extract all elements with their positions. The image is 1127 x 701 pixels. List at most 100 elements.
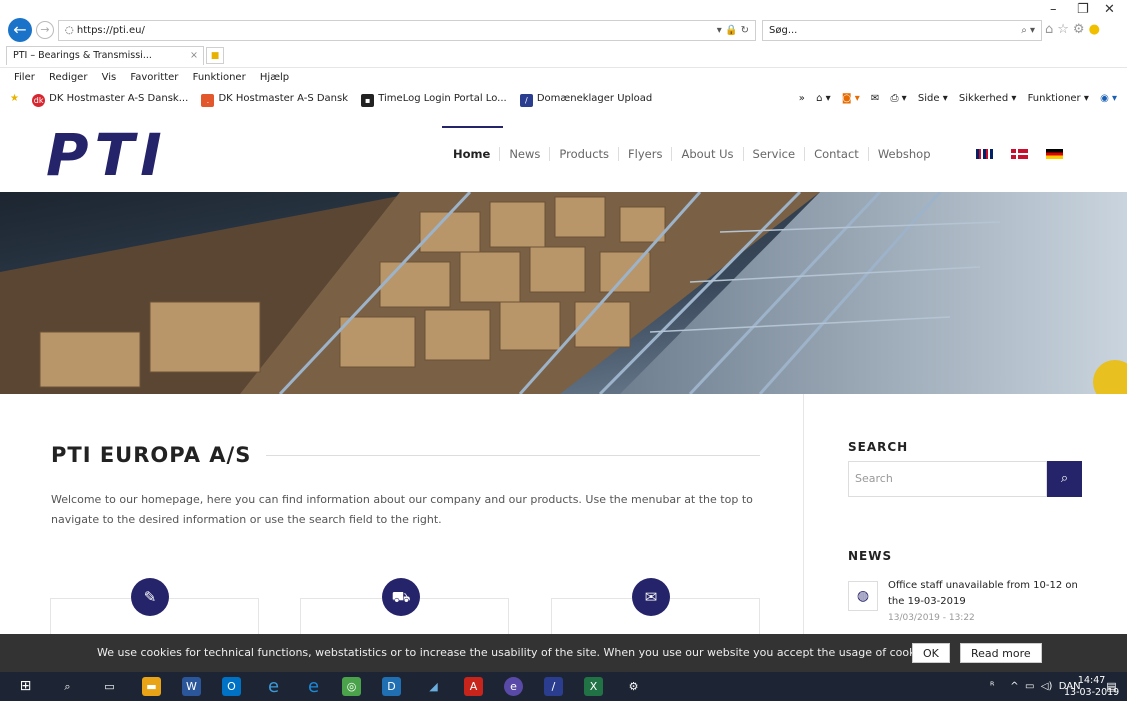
notes-app-icon[interactable]: ◢ bbox=[424, 677, 443, 696]
edge-icon[interactable]: e bbox=[304, 677, 323, 696]
search-icon[interactable]: ⌕ bbox=[58, 677, 77, 696]
volume-icon[interactable]: ◁) bbox=[1041, 681, 1053, 692]
notifications-icon[interactable]: ▤ bbox=[1102, 677, 1121, 696]
rss-icon[interactable]: ◙ ▾ bbox=[842, 93, 860, 104]
title-divider bbox=[266, 455, 760, 456]
cookie-read-more-button[interactable]: Read more bbox=[960, 643, 1042, 663]
menu-tools[interactable]: Funktioner bbox=[193, 72, 246, 83]
smiley-icon[interactable]: ● bbox=[1089, 22, 1104, 37]
new-tab-button[interactable]: ■ bbox=[206, 47, 224, 64]
favorite-label: DK Hostmaster A-S Dansk... bbox=[49, 93, 189, 104]
flag-dk-icon[interactable] bbox=[1011, 149, 1028, 159]
warehouse-banner bbox=[0, 192, 1127, 394]
news-item-title[interactable]: Office staff unavailable from 10-12 on t… bbox=[888, 578, 1088, 610]
news-item-date: 13/03/2019 - 13:22 bbox=[888, 613, 975, 623]
flag-uk-icon[interactable] bbox=[976, 149, 993, 159]
cookie-banner: We use cookies for technical functions, … bbox=[0, 634, 1127, 672]
site-search-input[interactable]: Search bbox=[848, 461, 1047, 497]
menu-help[interactable]: Hjælp bbox=[260, 72, 289, 83]
address-bar[interactable]: ◌ https://pti.eu/ ▾ 🔒 ↻ bbox=[58, 20, 756, 41]
windows-start-icon[interactable]: ⊞ bbox=[16, 677, 35, 696]
nav-home[interactable]: Home bbox=[442, 147, 499, 161]
browser-tab[interactable]: PTI – Bearings & Transmissi... × bbox=[6, 46, 204, 65]
nav-active-indicator bbox=[442, 126, 503, 128]
cookie-ok-button[interactable]: OK bbox=[912, 643, 950, 663]
cmd-page[interactable]: Side ▾ bbox=[918, 93, 948, 104]
news-heading: NEWS bbox=[848, 549, 893, 563]
menu-file[interactable]: Filer bbox=[14, 72, 35, 83]
nav-news[interactable]: News bbox=[499, 147, 550, 161]
eset-icon[interactable]: e bbox=[504, 677, 523, 696]
menu-favorites[interactable]: Favoritter bbox=[130, 72, 178, 83]
favorite-item[interactable]: . DK Hostmaster A-S Dansk bbox=[201, 88, 348, 110]
favorite-label: DK Hostmaster A-S Dansk bbox=[218, 93, 349, 104]
acrobat-icon[interactable]: A bbox=[464, 677, 483, 696]
gear-icon[interactable]: ⚙ bbox=[1073, 22, 1089, 37]
excel-icon[interactable]: X bbox=[584, 677, 603, 696]
network-icon[interactable]: ▭ bbox=[1025, 681, 1034, 692]
timelog-icon: ▪ bbox=[361, 94, 375, 107]
file-explorer-icon[interactable]: ▬ bbox=[142, 677, 161, 696]
task-view-icon[interactable]: ▭ bbox=[100, 677, 119, 696]
chevron-up-icon[interactable]: ^ bbox=[1010, 681, 1018, 692]
url-text: https://pti.eu/ bbox=[76, 25, 145, 36]
search-icon[interactable]: ⌕ ▾ bbox=[1021, 21, 1035, 40]
back-button[interactable]: ← bbox=[8, 18, 32, 42]
windows-taskbar: ⊞ ⌕ ▭ ▬ W O e e ◎ D ◢ A e / X ⚙ ᴿ ^ ▭ ◁)… bbox=[0, 672, 1127, 701]
favorite-item[interactable]: / Domæneklager Upload bbox=[519, 88, 653, 110]
site-search-button[interactable]: ⌕ bbox=[1047, 461, 1082, 497]
news-thumbnail-icon[interactable]: ◍ bbox=[848, 581, 878, 611]
internet-explorer-icon[interactable]: e bbox=[264, 677, 283, 696]
restore-icon[interactable]: ❐ bbox=[1077, 2, 1089, 17]
cookie-text: We use cookies for technical functions, … bbox=[97, 646, 935, 659]
help-icon[interactable]: ◉ ▾ bbox=[1100, 93, 1117, 104]
print-icon[interactable]: ⎙ ▾ bbox=[891, 93, 907, 104]
cart-icon[interactable]: ⛟ bbox=[382, 578, 420, 616]
home-icon[interactable]: ⌂ ▾ bbox=[816, 93, 831, 104]
home-icon[interactable]: ⌂ bbox=[1045, 22, 1057, 37]
favorite-item[interactable]: dk DK Hostmaster A-S Dansk... bbox=[32, 88, 188, 110]
page-icon: ◌ bbox=[65, 25, 77, 36]
word-icon[interactable]: W bbox=[182, 677, 201, 696]
nav-service[interactable]: Service bbox=[742, 147, 805, 161]
mail-icon[interactable]: ✉ bbox=[871, 93, 879, 104]
nav-contact[interactable]: Contact bbox=[804, 147, 868, 161]
nav-about[interactable]: About Us bbox=[671, 147, 743, 161]
favorites-star-icon[interactable]: ★ bbox=[10, 88, 19, 110]
favorite-label: Domæneklager Upload bbox=[536, 93, 653, 104]
language-flags bbox=[976, 147, 1081, 160]
gear-icon[interactable]: ⚙ bbox=[624, 677, 643, 696]
app-d-icon[interactable]: D bbox=[382, 677, 401, 696]
chevron-right-icon[interactable]: » bbox=[799, 93, 805, 104]
forward-button[interactable]: → bbox=[36, 21, 54, 39]
page-title: PTI EUROPA A/S bbox=[51, 443, 252, 467]
minimize-icon[interactable]: – bbox=[1050, 2, 1057, 17]
favorite-label: TimeLog Login Portal Lo... bbox=[378, 93, 507, 104]
nav-flyers[interactable]: Flyers bbox=[618, 147, 672, 161]
close-icon[interactable]: ✕ bbox=[1104, 2, 1115, 17]
people-icon[interactable]: ᴿ bbox=[990, 681, 994, 692]
menu-view[interactable]: Vis bbox=[102, 72, 117, 83]
app-slash-icon[interactable]: / bbox=[544, 677, 563, 696]
star-icon[interactable]: ☆ bbox=[1057, 22, 1073, 37]
outlook-icon[interactable]: O bbox=[222, 677, 241, 696]
cmd-security[interactable]: Sikkerhed ▾ bbox=[959, 93, 1016, 104]
dk-hostmaster-icon: dk bbox=[32, 94, 46, 107]
browser-search-placeholder: Søg... bbox=[769, 25, 798, 36]
favorite-item[interactable]: ▪ TimeLog Login Portal Lo... bbox=[361, 88, 507, 110]
tab-close-icon[interactable]: × bbox=[190, 47, 198, 65]
nav-products[interactable]: Products bbox=[549, 147, 619, 161]
browser-search-input[interactable]: Søg... ⌕ ▾ bbox=[762, 20, 1042, 41]
browser-app-icon[interactable]: ◎ bbox=[342, 677, 361, 696]
cmd-tools[interactable]: Funktioner ▾ bbox=[1028, 93, 1089, 104]
address-actions[interactable]: ▾ 🔒 ↻ bbox=[717, 21, 749, 40]
warehouse-image bbox=[0, 192, 1127, 394]
site-logo[interactable]: PTI bbox=[46, 125, 168, 185]
menu-edit[interactable]: Rediger bbox=[49, 72, 87, 83]
hostmaster-icon: . bbox=[201, 94, 215, 107]
intro-text: Welcome to our homepage, here you can fi… bbox=[51, 493, 753, 526]
flag-de-icon[interactable] bbox=[1046, 149, 1063, 159]
envelope-icon[interactable]: ✉ bbox=[632, 578, 670, 616]
wrench-icon[interactable]: ✎ bbox=[131, 578, 169, 616]
nav-webshop[interactable]: Webshop bbox=[867, 147, 940, 161]
